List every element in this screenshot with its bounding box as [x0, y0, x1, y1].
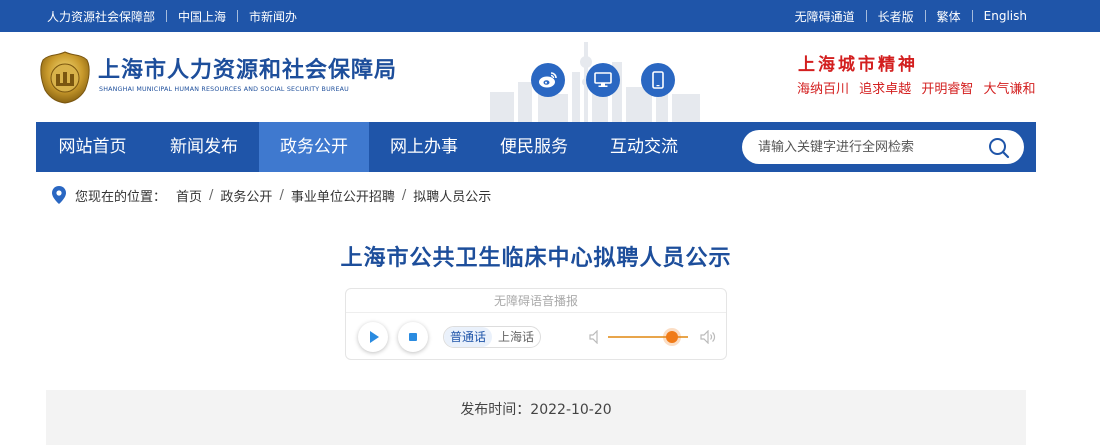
breadcrumb-candidates-notice[interactable]: 拟聘人员公示: [413, 186, 491, 205]
mobile-icon[interactable]: [641, 63, 675, 97]
player-title: 无障碍语音播报: [346, 289, 726, 313]
top-bar: 人力资源社会保障部 中国上海 市新闻办 无障碍通道 长者版 繁体 English: [0, 0, 1100, 32]
nav-item-news[interactable]: 新闻发布: [149, 122, 259, 172]
city-spirit-phrases: 海纳百川 追求卓越 开明睿智 大气谦和: [797, 78, 1041, 97]
nav-item-interaction[interactable]: 互动交流: [589, 122, 699, 172]
stop-icon: [409, 333, 417, 341]
volume-low-icon[interactable]: [589, 329, 601, 345]
link-mohrss[interactable]: 人力资源社会保障部: [47, 8, 155, 25]
breadcrumb-label: 您现在的位置：: [75, 189, 167, 205]
divider: [166, 10, 168, 22]
location-pin-icon: [52, 186, 66, 204]
search-input[interactable]: [758, 130, 978, 164]
bureau-emblem-icon[interactable]: [37, 50, 93, 104]
divider: [971, 10, 973, 22]
breadcrumb-public-recruitment[interactable]: 事业单位公开招聘: [291, 186, 395, 205]
nav-item-citizen-services[interactable]: 便民服务: [479, 122, 589, 172]
play-button[interactable]: [358, 322, 388, 352]
link-english[interactable]: English: [984, 9, 1027, 23]
spirit-phrase: 追求卓越: [859, 82, 912, 97]
divider: [237, 10, 239, 22]
site-title[interactable]: 上海市人力资源和社会保障局: [98, 52, 397, 84]
city-spirit-title: 上海城市精神: [798, 55, 918, 75]
top-left-links: 人力资源社会保障部 中国上海 市新闻办: [47, 0, 297, 32]
breadcrumb-separator: /: [401, 187, 407, 203]
article-title: 上海市公共卫生临床中心拟聘人员公示: [340, 246, 732, 271]
spirit-phrase: 海纳百川: [797, 82, 850, 97]
play-icon: [370, 331, 379, 343]
nav-item-government-affairs[interactable]: 政务公开: [259, 122, 369, 172]
stop-button[interactable]: [398, 322, 428, 352]
site-subtitle: SHANGHAI MUNICIPAL HUMAN RESOURCES AND S…: [99, 86, 349, 93]
link-accessibility[interactable]: 无障碍通道: [795, 8, 855, 25]
top-right-links: 无障碍通道 长者版 繁体 English: [795, 0, 1027, 32]
search-icon[interactable]: [988, 137, 1010, 159]
main-nav: 网站首页 新闻发布 政务公开 网上办事 便民服务 互动交流: [36, 122, 1036, 172]
language-mandarin[interactable]: 普通话: [444, 327, 493, 347]
breadcrumb-separator: /: [209, 187, 214, 203]
link-china-shanghai[interactable]: 中国上海: [178, 8, 226, 25]
accessibility-audio-player: 无障碍语音播报 普通话 上海话: [345, 288, 727, 360]
language-selector: 普通话 上海话: [443, 326, 542, 348]
breadcrumb-separator: /: [279, 187, 284, 203]
volume-high-icon[interactable]: [700, 329, 716, 345]
publish-info-bar: 发布时间：2022-10-20: [46, 390, 1026, 445]
publish-date: 发布时间：2022-10-20: [460, 402, 612, 418]
desktop-icon[interactable]: [586, 63, 620, 97]
link-traditional[interactable]: 繁体: [937, 8, 961, 25]
site-header: 上海市人力资源和社会保障局 SHANGHAI MUNICIPAL HUMAN R…: [0, 32, 1100, 122]
spirit-phrase: 开明睿智: [921, 82, 974, 97]
spirit-phrase: 大气谦和: [983, 82, 1036, 97]
divider: [924, 10, 926, 22]
breadcrumb-government-affairs[interactable]: 政务公开: [220, 186, 272, 205]
breadcrumb: 您现在的位置： 首页 / 政务公开 / 事业单位公开招聘 / 拟聘人员公示: [52, 184, 491, 206]
nav-item-home[interactable]: 网站首页: [36, 122, 149, 172]
breadcrumb-home[interactable]: 首页: [176, 186, 202, 205]
volume-slider-handle[interactable]: [666, 331, 678, 343]
link-news-office[interactable]: 市新闻办: [249, 8, 297, 25]
weibo-icon[interactable]: [531, 63, 565, 97]
player-controls: 普通话 上海话: [346, 313, 726, 361]
language-shanghainese[interactable]: 上海话: [492, 327, 540, 347]
divider: [865, 10, 867, 22]
search-box: [742, 130, 1024, 164]
link-elder-version[interactable]: 长者版: [878, 8, 914, 25]
nav-item-online-services[interactable]: 网上办事: [369, 122, 479, 172]
